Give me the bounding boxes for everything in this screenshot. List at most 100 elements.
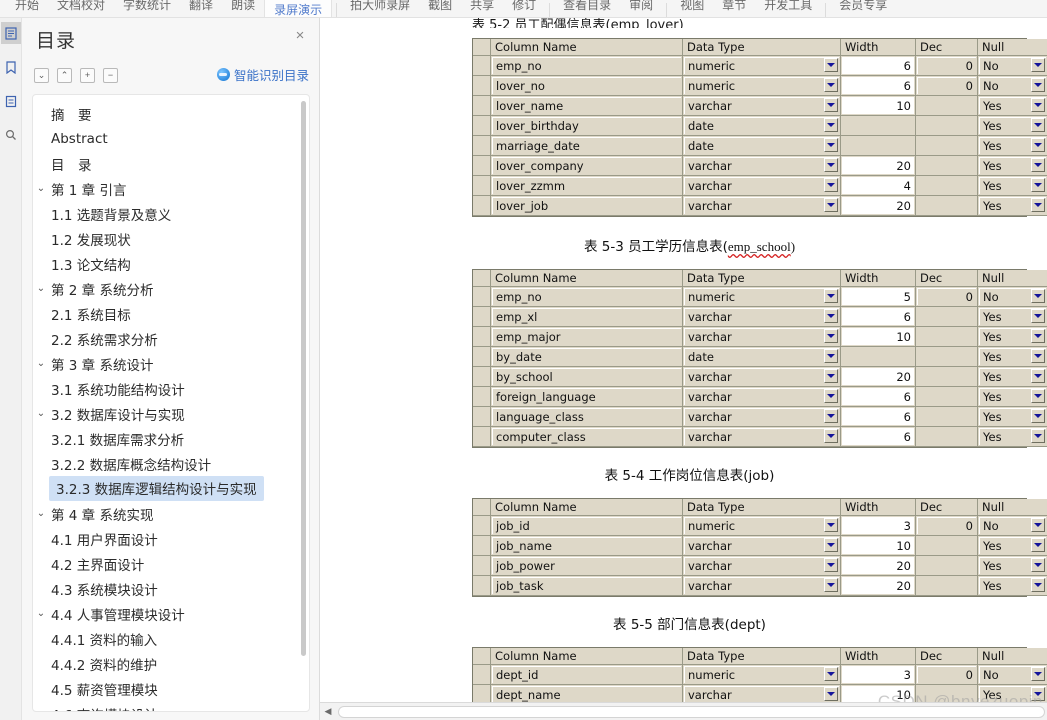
column-name-cell[interactable]: by_date [491,347,683,367]
width-cell[interactable]: 6 [841,307,916,327]
grid-column-header[interactable]: Dec [916,39,978,56]
column-name-cell[interactable]: dept_id [491,665,683,685]
null-combobox[interactable]: Yes [978,536,1047,556]
null-combobox[interactable]: Yes [978,387,1047,407]
chevron-down-icon[interactable]: ⌄ [33,508,49,519]
toc-item-13[interactable]: 3.2.1 数据库需求分析 [33,426,309,451]
row-selector-cell[interactable] [473,387,491,407]
toc-item-19[interactable]: 4.3 系统模块设计 [33,576,309,601]
ribbon-item-1[interactable]: 文档校对 [48,0,114,13]
column-name-cell[interactable]: job_id [491,516,683,536]
width-cell[interactable]: 3 [841,516,916,536]
row-selector-cell[interactable] [473,576,491,596]
chevron-down-icon[interactable] [1031,369,1045,383]
width-cell[interactable]: 10 [841,536,916,556]
column-name-cell[interactable]: job_name [491,536,683,556]
chevron-down-icon[interactable] [1031,429,1045,443]
grid-column-header[interactable]: Null [978,270,1047,287]
dec-cell[interactable] [916,96,978,116]
grid-column-header[interactable]: Null [978,648,1047,665]
grid-column-header[interactable]: Null [978,39,1047,56]
data-type-combobox[interactable]: varchar [683,536,841,556]
chevron-down-icon[interactable]: ⌄ [33,608,49,619]
table-row[interactable]: lover_zzmm varchar 4 Yes [473,176,1047,196]
column-name-cell[interactable]: emp_major [491,327,683,347]
toc-list[interactable]: 摘 要 Abstract 目 录 ⌄ 第 1 章 引言 1.1 选题背景及意义 1.2 发展… [33,95,309,711]
table-row[interactable]: foreign_language varchar 6 Yes [473,387,1047,407]
width-cell[interactable]: 5 [841,287,916,307]
null-combobox[interactable]: Yes [978,116,1047,136]
null-combobox[interactable]: No [978,76,1047,96]
toc-item-0[interactable]: 摘 要 [33,101,309,126]
dec-cell[interactable] [916,407,978,427]
width-cell[interactable]: 6 [841,387,916,407]
dec-cell[interactable] [916,347,978,367]
dec-cell[interactable] [916,556,978,576]
width-cell[interactable]: 20 [841,156,916,176]
column-name-cell[interactable]: lover_zzmm [491,176,683,196]
data-type-combobox[interactable]: varchar [683,387,841,407]
chevron-down-icon[interactable] [824,558,838,572]
column-name-cell[interactable]: computer_class [491,427,683,447]
dec-cell[interactable] [916,536,978,556]
chevron-down-icon[interactable]: ⌄ [33,408,49,419]
null-combobox[interactable]: Yes [978,347,1047,367]
table-row[interactable]: language_class varchar 6 Yes [473,407,1047,427]
dec-cell[interactable]: 0 [916,76,978,96]
dec-cell[interactable] [916,576,978,596]
data-type-combobox[interactable]: numeric [683,665,841,685]
grid-column-header[interactable]: Dec [916,270,978,287]
toc-item-9[interactable]: 2.2 系统需求分析 [33,326,309,351]
table-row[interactable]: computer_class varchar 6 Yes [473,427,1047,447]
ribbon-item-8[interactable]: 共享 [461,0,503,13]
width-cell[interactable]: 20 [841,367,916,387]
toc-item-4[interactable]: 1.1 选题背景及意义 [33,201,309,226]
width-cell[interactable]: 6 [841,407,916,427]
schema-grid-2[interactable]: Column Name Data Type Width Dec Null job_id nu… [472,498,1047,597]
data-type-combobox[interactable]: varchar [683,327,841,347]
ribbon-item-4[interactable]: 朗读 [222,0,264,13]
toc-item-6[interactable]: 1.3 论文结构 [33,251,309,276]
ribbon-item-12[interactable]: 视图 [671,0,713,13]
row-selector-cell[interactable] [473,536,491,556]
grid-column-header[interactable]: Null [978,499,1047,516]
grid-column-header[interactable]: Column Name [491,648,683,665]
toc-item-11[interactable]: 3.1 系统功能结构设计 [33,376,309,401]
row-selector-cell[interactable] [473,196,491,216]
chevron-down-icon[interactable] [1031,538,1045,552]
chevron-down-icon[interactable] [824,98,838,112]
column-name-cell[interactable]: emp_xl [491,307,683,327]
grid-column-header[interactable]: Column Name [491,39,683,56]
chevron-down-icon[interactable] [1031,78,1045,92]
null-combobox[interactable]: Yes [978,136,1047,156]
table-row[interactable]: emp_major varchar 10 Yes [473,327,1047,347]
row-selector-cell[interactable] [473,427,491,447]
dec-cell[interactable] [916,427,978,447]
column-name-cell[interactable]: job_power [491,556,683,576]
toc-item-18[interactable]: 4.2 主界面设计 [33,551,309,576]
toc-item-2[interactable]: 目 录 [33,151,309,176]
column-name-cell[interactable]: job_task [491,576,683,596]
chevron-down-icon[interactable] [824,409,838,423]
dec-cell[interactable] [916,176,978,196]
grid-column-header[interactable]: Column Name [491,499,683,516]
chevron-down-icon[interactable] [1031,578,1045,592]
chevron-down-icon[interactable] [1031,118,1045,132]
chevron-down-icon[interactable] [1031,138,1045,152]
data-type-combobox[interactable]: varchar [683,576,841,596]
ribbon-item-0[interactable]: 开始 [6,0,48,13]
null-combobox[interactable]: Yes [978,327,1047,347]
ribbon-item-5[interactable]: 录屏演示 [264,0,333,17]
table-row[interactable]: emp_no numeric 6 0 No [473,56,1047,76]
chevron-down-icon[interactable] [1031,329,1045,343]
grid-column-header[interactable]: Width [841,648,916,665]
chevron-down-icon[interactable] [1031,98,1045,112]
chevron-down-icon[interactable]: ⌄ [33,283,49,294]
data-type-combobox[interactable]: date [683,116,841,136]
toc-item-7[interactable]: ⌄ 第 2 章 系统分析 [33,276,309,301]
dec-cell[interactable]: 0 [916,287,978,307]
schema-grid-1[interactable]: Column Name Data Type Width Dec Null emp_no nu… [472,269,1047,448]
data-type-combobox[interactable]: varchar [683,407,841,427]
smart-toc-button[interactable]: 智能识别目录 [216,65,309,84]
null-combobox[interactable]: Yes [978,96,1047,116]
